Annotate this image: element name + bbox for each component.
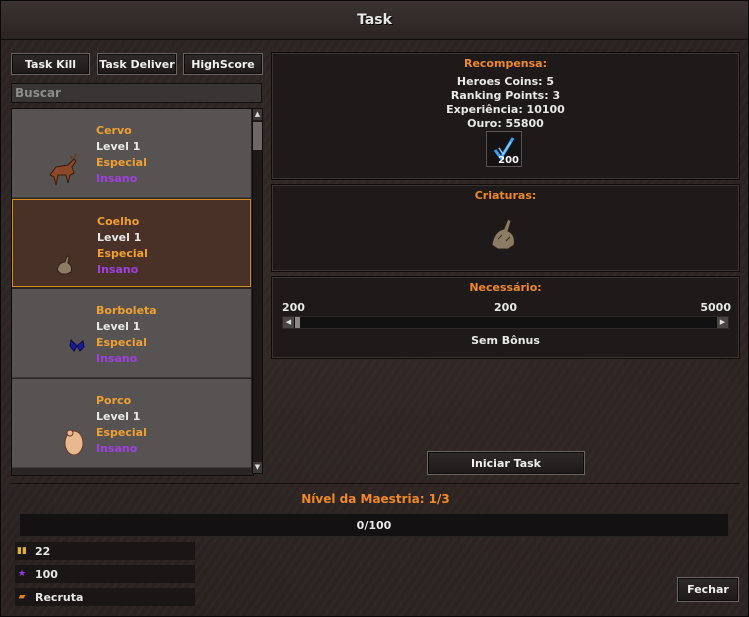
stat-points: ★ 100 <box>15 565 195 583</box>
close-button[interactable]: Fechar <box>677 577 739 602</box>
reward-heroes-coins: Heroes Coins: 5 <box>456 75 555 88</box>
creature-insano: Insano <box>96 172 138 185</box>
purple-star-icon: ★ <box>17 569 27 579</box>
creature-name: Coelho <box>97 215 140 228</box>
list-item-coelho[interactable]: Coelho Level 1 Especial Insano <box>12 199 251 287</box>
scroll-down-icon[interactable]: ▼ <box>253 462 262 473</box>
creature-name: Borboleta <box>96 304 157 317</box>
divider <box>11 483 740 484</box>
rabbit-creature-icon <box>491 218 515 250</box>
slider-handle[interactable] <box>295 317 300 328</box>
necessario-header: Necessário: <box>469 281 542 294</box>
list-item-borboleta[interactable]: Borboleta Level 1 Especial Insano <box>12 289 251 378</box>
mastery-progress-bar: 0/100 <box>19 513 729 537</box>
scroll-up-icon[interactable]: ▲ <box>253 109 262 120</box>
rank-badge-icon: ▰ <box>18 592 26 602</box>
creature-especial: Especial <box>97 247 148 260</box>
stat-rank-value: Recruta <box>35 590 84 604</box>
necessario-panel: Necessário: 200 200 5000 ◀ ▶ Sem Bônus <box>271 276 740 359</box>
highscore-tab[interactable]: HighScore <box>183 53 263 75</box>
creature-especial: Especial <box>96 156 147 169</box>
creature-especial: Especial <box>96 426 147 439</box>
reward-experiencia: Experiência: 10100 <box>446 103 565 116</box>
creature-level: Level 1 <box>96 410 141 423</box>
deer-icon <box>49 153 77 186</box>
search-input[interactable]: Buscar <box>11 83 262 103</box>
stat-points-value: 100 <box>35 567 58 581</box>
title-bar[interactable]: Task <box>1 1 748 40</box>
creature-level: Level 1 <box>96 320 141 333</box>
quantity-slider[interactable]: ◀ ▶ <box>282 316 729 329</box>
scroll-thumb[interactable] <box>253 122 262 150</box>
creature-name: Cervo <box>96 124 132 137</box>
creature-insano: Insano <box>96 352 138 365</box>
creature-list: Cervo Level 1 Especial Insano Coelho Lev… <box>11 108 254 476</box>
mastery-label: Nível da Maestria: 1/3 <box>301 492 450 506</box>
reward-panel: Recompensa: Heroes Coins: 5 Ranking Poin… <box>271 52 740 180</box>
creature-name: Porco <box>96 394 132 407</box>
slider-left-icon[interactable]: ◀ <box>283 317 294 328</box>
creature-level: Level 1 <box>96 140 141 153</box>
list-item-porco[interactable]: Porco Level 1 Especial Insano <box>12 379 251 468</box>
coins-icon: ▮▮ <box>17 546 27 556</box>
rabbit-icon <box>56 255 73 275</box>
reward-item-slot[interactable]: 200 <box>486 131 522 167</box>
pig-icon <box>64 429 84 456</box>
butterfly-icon <box>69 338 85 352</box>
creature-insano: Insano <box>97 263 139 276</box>
task-kill-tab[interactable]: Task Kill <box>11 53 90 75</box>
start-task-button[interactable]: Iniciar Task <box>427 451 585 475</box>
reward-ranking-points: Ranking Points: 3 <box>450 89 561 102</box>
creature-especial: Especial <box>96 336 147 349</box>
list-scrollbar[interactable]: ▲ ▼ <box>252 108 263 474</box>
list-item-cervo[interactable]: Cervo Level 1 Especial Insano <box>12 109 251 198</box>
bonus-label: Sem Bônus <box>471 334 540 347</box>
reward-ouro: Ouro: 55800 <box>467 117 544 130</box>
creature-level: Level 1 <box>97 231 142 244</box>
reward-header: Recompensa: <box>463 57 547 70</box>
mastery-progress-text: 0/100 <box>356 518 392 532</box>
stat-rank: ▰ Recruta <box>15 588 195 606</box>
stat-coins-value: 22 <box>35 544 51 558</box>
creature-insano: Insano <box>96 442 138 455</box>
slider-max-value: 5000 <box>700 301 731 314</box>
criaturas-header: Criaturas: <box>474 189 537 202</box>
reward-item-count: 200 <box>498 155 519 166</box>
slider-current-value: 200 <box>494 301 517 314</box>
window-title: Task <box>357 12 392 28</box>
stat-coins: ▮▮ 22 <box>15 542 195 560</box>
task-window: Task Task Kill Task Deliver HighScore Bu… <box>0 0 749 617</box>
slider-right-icon[interactable]: ▶ <box>717 317 728 328</box>
criaturas-panel: Criaturas: <box>271 184 740 272</box>
task-deliver-tab[interactable]: Task Deliver <box>97 53 177 75</box>
